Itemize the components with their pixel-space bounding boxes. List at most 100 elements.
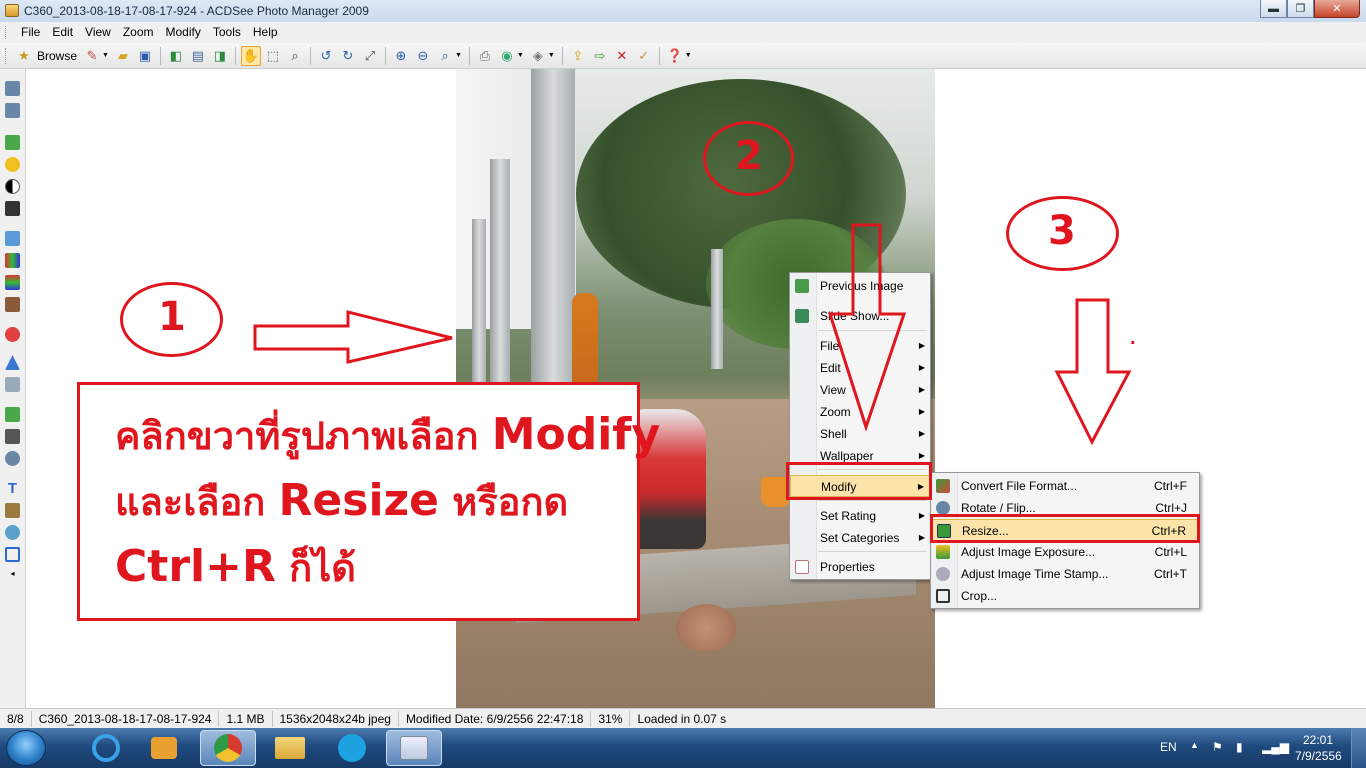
menu-separator	[818, 551, 927, 552]
toolbar-grip[interactable]	[5, 47, 9, 64]
properties-icon[interactable]: ✓	[634, 46, 654, 66]
select-tool-icon[interactable]: ⬚	[263, 46, 283, 66]
share-dropdown-icon[interactable]: ▼	[517, 52, 524, 59]
copy-to-folder-icon[interactable]: ⇪	[568, 46, 588, 66]
levels-icon[interactable]	[5, 231, 20, 246]
rotate-left-icon[interactable]: ↺	[316, 46, 336, 66]
instruction-line-1: คลิกขวาที่รูปภาพเลือก Modify	[115, 413, 660, 459]
contrast-icon[interactable]	[5, 179, 20, 194]
zoom-out-icon[interactable]: ⊖	[413, 46, 433, 66]
tag-icon[interactable]: ◈	[528, 46, 548, 66]
action-center-icon[interactable]: ⚑	[1212, 740, 1223, 754]
properties-icon	[795, 560, 809, 574]
file-explorer-icon[interactable]	[262, 730, 318, 766]
zoom-tool-icon[interactable]: ⌕	[285, 46, 305, 66]
internet-explorer-icon[interactable]	[78, 730, 134, 766]
toolbar: ★ Browse ✎ ▼ ▰ ▣ ◧ ▤ ◨ ✋ ⬚ ⌕ ↺ ↻ ⤢ ⊕ ⊖ ⌕ ▼…	[0, 43, 1366, 69]
annotation-number-3: 3	[1048, 208, 1076, 254]
status-bar: 8/8 C360_2013-08-18-17-08-17-924 1.1 MB …	[0, 708, 1366, 729]
move-to-folder-icon[interactable]: ⇨	[590, 46, 610, 66]
submenu-convert-file-format[interactable]: Convert File Format... Ctrl+F	[931, 475, 1199, 497]
menubar-grip[interactable]	[5, 26, 9, 39]
windows-taskbar: EN ▲ ⚑ ▮ ▂▄▆ 22:01 7/9/2556	[0, 728, 1366, 768]
submenu-crop[interactable]: Crop...	[931, 585, 1199, 607]
crop-icon	[936, 589, 950, 603]
sepia-icon[interactable]	[5, 297, 20, 312]
ctx-set-categories[interactable]: Set Categories ▶	[790, 527, 930, 549]
grayscale-icon[interactable]	[5, 201, 20, 216]
skype-icon[interactable]	[324, 730, 380, 766]
brightness-icon[interactable]	[5, 157, 20, 172]
submenu-shortcut: Ctrl+T	[1154, 567, 1187, 581]
clock-time[interactable]: 22:01	[1303, 733, 1333, 747]
show-desktop-button[interactable]	[1351, 728, 1366, 768]
browse-button-label[interactable]: Browse	[37, 49, 77, 63]
menu-tools[interactable]: Tools	[207, 22, 247, 43]
status-modified-date: Modified Date: 6/9/2556 22:47:18	[399, 711, 592, 727]
image-viewer[interactable]: 1 2 3 . คลิกขวาที่รูปภาพเลือก Modify และ…	[26, 69, 1366, 708]
histogram-icon[interactable]	[5, 253, 20, 268]
border-tool-icon[interactable]	[5, 547, 20, 562]
instruction-box: คลิกขวาที่รูปภาพเลือก Modify และเลือก Re…	[77, 382, 660, 621]
zoom-dropdown-icon[interactable]: ▼	[455, 52, 462, 59]
strip-expand-icon[interactable]: ◂	[5, 566, 20, 581]
minimize-button[interactable]: ▬	[1260, 0, 1287, 18]
slideshow-icon[interactable]: ▤	[188, 46, 208, 66]
share-icon[interactable]: ◉	[497, 46, 517, 66]
maximize-button[interactable]: ❐	[1287, 0, 1314, 18]
next-image-icon[interactable]: ◨	[210, 46, 230, 66]
menu-zoom[interactable]: Zoom	[117, 22, 160, 43]
help-dropdown-icon[interactable]: ▼	[685, 52, 692, 59]
ctx-properties[interactable]: Properties	[790, 556, 930, 578]
color-balance-icon[interactable]	[5, 275, 20, 290]
open-folder-icon[interactable]: ▰	[113, 46, 133, 66]
zoom-menu-icon[interactable]: ⌕	[435, 46, 455, 66]
fit-window-icon[interactable]: ⤢	[360, 46, 380, 66]
delete-icon[interactable]: ✕	[612, 46, 632, 66]
ctx-set-rating[interactable]: Set Rating ▶	[790, 505, 930, 527]
browse-icon[interactable]: ★	[14, 46, 34, 66]
submenu-adjust-exposure[interactable]: Adjust Image Exposure... Ctrl+L	[931, 541, 1199, 563]
menu-view[interactable]: View	[79, 22, 117, 43]
edit-icon[interactable]: ✎	[82, 46, 102, 66]
noise-icon[interactable]	[5, 377, 20, 392]
language-indicator[interactable]: EN	[1160, 740, 1177, 754]
zoom-in-icon[interactable]: ⊕	[391, 46, 411, 66]
start-button[interactable]	[6, 730, 46, 766]
help-icon[interactable]: ❓	[665, 46, 685, 66]
print-icon[interactable]: ⎙	[475, 46, 495, 66]
undo-icon[interactable]	[5, 81, 20, 96]
crop-tool-icon[interactable]	[5, 429, 20, 444]
sharpen-icon[interactable]	[5, 355, 20, 370]
network-icon[interactable]: ▂▄▆	[1262, 740, 1289, 754]
media-player-icon[interactable]	[136, 730, 192, 766]
effects-icon[interactable]	[5, 525, 20, 540]
submenu-arrow-icon: ▶	[918, 533, 925, 542]
save-icon[interactable]: ▣	[135, 46, 155, 66]
menu-modify[interactable]: Modify	[160, 22, 207, 43]
text-tool-icon[interactable]: T	[5, 481, 20, 496]
chrome-icon[interactable]	[200, 730, 256, 766]
status-dimensions: 1536x2048x24b jpeg	[273, 711, 399, 727]
menu-file[interactable]: File	[15, 22, 46, 43]
acdsee-taskbar-icon[interactable]	[386, 730, 442, 766]
redo-icon[interactable]	[5, 103, 20, 118]
rotate-right-icon[interactable]: ↻	[338, 46, 358, 66]
tray-expand-icon[interactable]: ▲	[1190, 740, 1199, 750]
tag-dropdown-icon[interactable]: ▼	[548, 52, 555, 59]
submenu-adjust-time-stamp[interactable]: Adjust Image Time Stamp... Ctrl+T	[931, 563, 1199, 585]
menu-edit[interactable]: Edit	[46, 22, 79, 43]
rotate-tool-icon[interactable]	[5, 451, 20, 466]
previous-image-icon[interactable]: ◧	[166, 46, 186, 66]
resize-tool-icon[interactable]	[5, 407, 20, 422]
clock-date[interactable]: 7/9/2556	[1295, 749, 1342, 763]
hand-tool-icon[interactable]: ✋	[240, 45, 261, 66]
power-icon[interactable]: ▮	[1236, 740, 1243, 754]
menu-help[interactable]: Help	[247, 22, 284, 43]
image-adjust-icon[interactable]	[5, 135, 20, 150]
clone-tool-icon[interactable]	[5, 503, 20, 518]
edit-dropdown-icon[interactable]: ▼	[102, 52, 109, 59]
close-button[interactable]: ✕	[1314, 0, 1360, 18]
acdsee-app-icon[interactable]	[5, 4, 19, 17]
red-eye-icon[interactable]	[5, 327, 20, 342]
